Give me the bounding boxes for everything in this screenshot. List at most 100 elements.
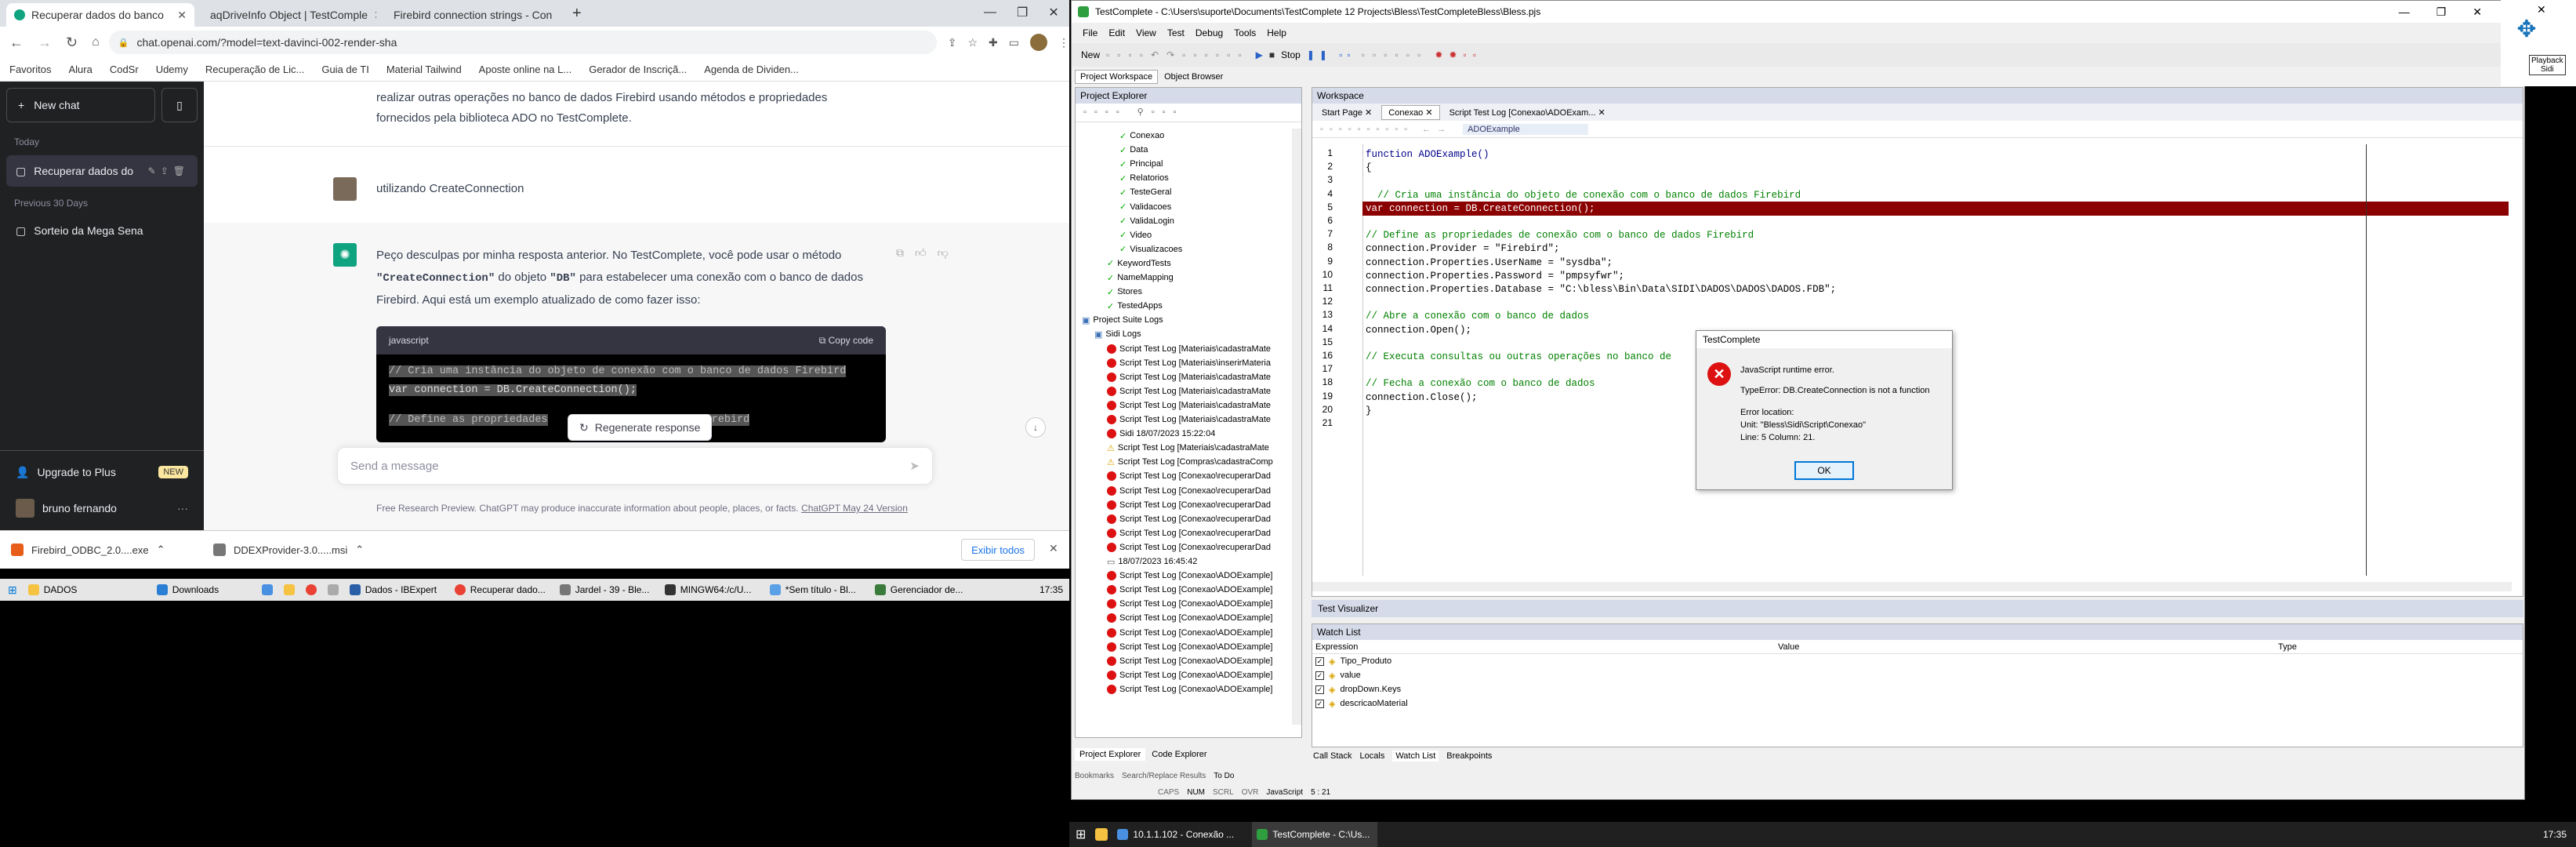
watch-row[interactable]: ✓ ◈ descricaoMaterial: [1312, 696, 2523, 711]
debug-toolbar-icons[interactable]: ✹✹▫▫: [1435, 49, 1482, 60]
tab-project-explorer[interactable]: Project Explorer: [1075, 748, 1146, 761]
download-item[interactable]: DDEXProvider-3.0.....msi ⌃: [213, 543, 401, 556]
tree-item[interactable]: Script Test Log [Conexao\ADOExample]: [1107, 569, 1272, 583]
tab-recuperar[interactable]: Recuperar dados do banco ✕: [6, 3, 194, 27]
bookmark-item[interactable]: Favoritos: [9, 64, 51, 75]
menu-debug[interactable]: Debug: [1195, 27, 1223, 38]
url-field[interactable]: 🔒 chat.openai.com/?model=text-davinci-00…: [108, 31, 937, 54]
tree-item[interactable]: ✓ Principal: [1119, 157, 1163, 171]
tree-item[interactable]: Script Test Log [Conexao\recuperarDad: [1107, 540, 1271, 554]
taskbar-item[interactable]: Downloads: [156, 584, 251, 595]
maximize-icon[interactable]: ❐: [1017, 5, 1028, 20]
menu-view[interactable]: View: [1136, 27, 1156, 38]
tab-firebird[interactable]: Firebird connection strings - Con ✕: [379, 3, 560, 27]
tab-object-browser[interactable]: Object Browser: [1159, 71, 1228, 83]
copy-icon[interactable]: ⧉: [896, 246, 904, 260]
tree-item[interactable]: Script Test Log [Conexao\recuperarDad: [1107, 526, 1271, 540]
bookmark-item[interactable]: Aposte online na L...: [479, 64, 572, 75]
close-tab-icon[interactable]: ✕: [558, 9, 560, 22]
send-icon[interactable]: ➤: [909, 459, 920, 473]
close-window-icon[interactable]: ✕: [1048, 5, 1058, 20]
show-all-button[interactable]: Exibir todos: [961, 539, 1035, 561]
version-link[interactable]: ChatGPT May 24 Version: [801, 503, 908, 514]
stop-icon[interactable]: ■: [1269, 49, 1275, 60]
tree-item[interactable]: Script Test Log [Materiais\cadastraMate: [1107, 398, 1271, 413]
taskbar-item[interactable]: MINGW64:/c/U...: [664, 584, 759, 595]
tree-item[interactable]: Script Test Log [Conexao\ADOExample]: [1107, 654, 1272, 668]
explorer-icon[interactable]: [1095, 828, 1108, 841]
taskbar-item[interactable]: Gerenciador de...: [874, 584, 969, 595]
tree-item[interactable]: ✓ Relatorios: [1119, 171, 1169, 185]
close-tab-icon[interactable]: ✕: [177, 9, 187, 22]
tree-item[interactable]: ▭ 18/07/2023 16:45:42: [1107, 554, 1197, 569]
chat-item[interactable]: ▢ Sorteio da Mega Sena: [6, 215, 198, 246]
menu-test[interactable]: Test: [1167, 27, 1185, 38]
tab-locals[interactable]: Locals: [1360, 751, 1385, 761]
menu-help[interactable]: Help: [1267, 27, 1286, 38]
bookmark-item[interactable]: Guia de TI: [321, 64, 368, 75]
extensions-icon[interactable]: ✚: [989, 36, 998, 49]
close-tab-icon[interactable]: ✕: [374, 9, 376, 22]
taskbar-item[interactable]: Jardel - 39 - Ble...: [559, 584, 654, 595]
menu-icon[interactable]: ⋮: [1058, 36, 1069, 49]
tree-item[interactable]: ✓ Video: [1119, 228, 1152, 242]
back-icon[interactable]: ←: [9, 35, 24, 51]
close-playback-icon[interactable]: ✕: [2537, 3, 2546, 16]
sidepanel-icon[interactable]: ▭: [1009, 36, 1019, 49]
tab-watch-list[interactable]: Watch List: [1392, 751, 1439, 762]
tree-item[interactable]: ▣ Sidi Logs: [1094, 327, 1141, 341]
menu-edit[interactable]: Edit: [1108, 27, 1125, 38]
tree-item[interactable]: Script Test Log [Conexao\recuperarDad: [1107, 498, 1271, 512]
tree-item[interactable]: ✓ Data: [1119, 143, 1148, 157]
tree-item[interactable]: ✓ NameMapping: [1107, 271, 1174, 285]
chat-item-active[interactable]: ▢ Recuperar dados do ✎⇪🗑: [6, 155, 198, 187]
explorer-icon[interactable]: [283, 584, 295, 595]
bookmark-item[interactable]: Alura: [68, 64, 92, 75]
pause-icons[interactable]: ❚❚ ▫▫: [1307, 49, 1355, 60]
reload-icon[interactable]: ↻: [66, 35, 78, 51]
copy-code-button[interactable]: ⧉ Copy code: [819, 335, 873, 347]
app-icon[interactable]: [261, 584, 273, 595]
tree-item[interactable]: ✓ Visualizacoes: [1119, 242, 1182, 256]
tree-item[interactable]: ✓ TesteGeral: [1119, 185, 1171, 199]
taskbar-item[interactable]: Dados - IBExpert: [349, 584, 444, 595]
taskbar-item[interactable]: *Sem título - Bl...: [769, 584, 864, 595]
taskbar-item[interactable]: 10.1.1.102 - Conexão ...: [1117, 829, 1243, 840]
new-tab-button[interactable]: +: [572, 5, 582, 23]
star-icon[interactable]: ☆: [967, 36, 978, 49]
taskbar-item[interactable]: Recuperar dado...: [454, 584, 549, 595]
tab-bookmarks[interactable]: Bookmarks: [1075, 772, 1114, 780]
tree-item[interactable]: ⚠ Script Test Log [Compras\cadastraComp: [1107, 455, 1273, 469]
new-chat-button[interactable]: + New chat: [6, 88, 155, 122]
stop-button[interactable]: Stop: [1281, 49, 1301, 60]
watch-checkbox[interactable]: ✓: [1315, 656, 1324, 666]
chevron-up-icon[interactable]: ⌃: [157, 543, 165, 556]
tree-item[interactable]: Script Test Log [Materiais\inserirMateri…: [1107, 356, 1271, 370]
tree-item[interactable]: Sidi 18/07/2023 15:22:04: [1107, 427, 1215, 441]
tree-item[interactable]: ✓ Validacoes: [1119, 200, 1171, 214]
doc-tab-conexao[interactable]: Conexao ✕: [1381, 104, 1440, 120]
tree-item[interactable]: ▣ Project Suite Logs: [1082, 313, 1163, 327]
bookmark-item[interactable]: Udemy: [156, 64, 188, 75]
windows-start-icon[interactable]: ⊞: [8, 583, 17, 597]
tab-breakpoints[interactable]: Breakpoints: [1446, 751, 1492, 761]
app-icon[interactable]: [327, 584, 339, 595]
watch-checkbox[interactable]: ✓: [1315, 671, 1324, 680]
bookmark-item[interactable]: Agenda de Dividen...: [704, 64, 799, 75]
tree-item[interactable]: Script Test Log [Materiais\cadastraMate: [1107, 413, 1271, 427]
regenerate-button[interactable]: ↻ Regenerate response: [568, 414, 713, 441]
share-icon[interactable]: ⇪: [948, 36, 957, 49]
thumbs-down-icon[interactable]: 👎︎: [938, 246, 949, 260]
more-icon[interactable]: ···: [177, 502, 188, 514]
test-visualizer-panel[interactable]: Test Visualizer: [1312, 600, 2523, 617]
edit-share-delete-icons[interactable]: ✎⇪🗑: [148, 165, 190, 176]
tab-search-replace[interactable]: Search/Replace Results: [1122, 772, 1206, 780]
tree-item[interactable]: Script Test Log [Conexao\ADOExample]: [1107, 640, 1272, 654]
watch-row[interactable]: ✓ ◈ Tipo_Produto: [1312, 654, 2523, 668]
tab-aqdriveinfo[interactable]: aqDriveInfo Object | TestComple ✕: [196, 3, 376, 27]
menu-file[interactable]: File: [1083, 27, 1098, 38]
tree-item[interactable]: Script Test Log [Materiais\cadastraMate: [1107, 370, 1271, 384]
tree-item[interactable]: Script Test Log [Conexao\ADOExample]: [1107, 583, 1272, 597]
bookmark-item[interactable]: Recuperação de Lic...: [205, 64, 304, 75]
tab-todo[interactable]: To Do: [1214, 772, 1234, 780]
